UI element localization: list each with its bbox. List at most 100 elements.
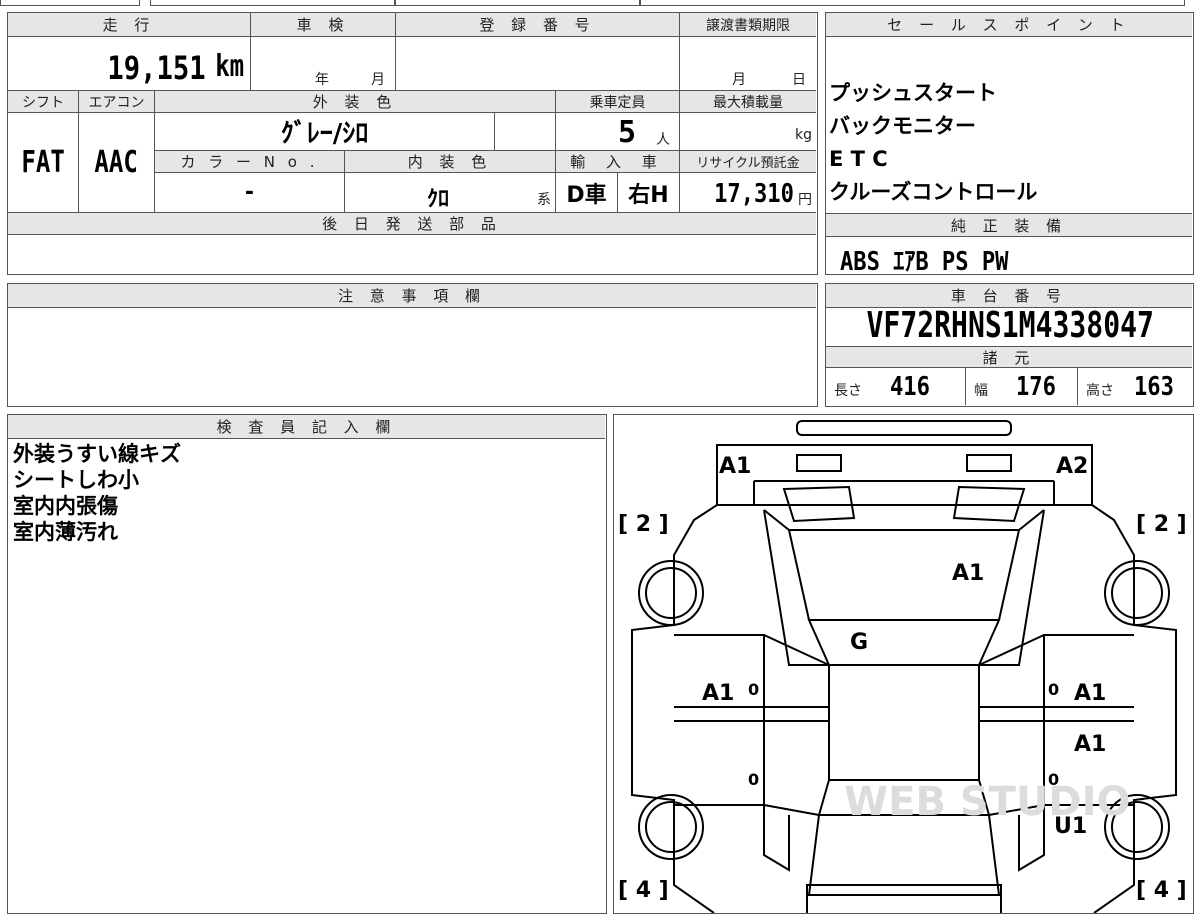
recycle-fee-cell: 17,310 円 bbox=[680, 173, 816, 213]
recycle-fee-header: リサイクル預託金 bbox=[680, 151, 816, 173]
tire-label-rear-left: [ 4 ] bbox=[618, 878, 669, 903]
width-value: 176 bbox=[1016, 372, 1056, 402]
tailgate bbox=[807, 814, 1001, 896]
body-outline bbox=[631, 504, 1177, 913]
mileage-unit: km bbox=[215, 49, 244, 84]
inspection-cell: 年 月 bbox=[251, 37, 396, 91]
watermark: WEB STUDIO bbox=[844, 779, 1131, 825]
aircon-cell: AAC bbox=[79, 113, 155, 213]
imported-header: 輸 入 車 bbox=[556, 151, 680, 173]
mark-right-rear-door: A1 bbox=[1074, 732, 1106, 757]
notes-panel: 注 意 事 項 欄 bbox=[7, 283, 818, 407]
front-panel-lines bbox=[753, 480, 1055, 505]
dealer-car-cell: D車 bbox=[556, 173, 618, 213]
mark-front-left: A1 bbox=[719, 454, 751, 479]
length-cell: 長さ 416 bbox=[826, 368, 966, 405]
left-door-split bbox=[674, 706, 829, 722]
width-label: 幅 bbox=[974, 383, 988, 399]
sales-point-item: バックモニター bbox=[829, 114, 976, 138]
height-cell: 高さ 163 bbox=[1078, 368, 1192, 405]
transfer-deadline-header: 譲渡書類期限 bbox=[680, 13, 816, 37]
car-diagram: A1 A2 A1 G A1 A1 A1 U1 0 0 0 0 [ 2 ] [ 2… bbox=[618, 420, 1187, 913]
aircon-value: AAC bbox=[94, 145, 139, 180]
chassis-number: VF72RHNS1M4338047 bbox=[866, 305, 1154, 346]
color-no-value: - bbox=[244, 180, 255, 205]
specs-header: 諸 元 bbox=[826, 346, 1192, 368]
inspection-month-label: 月 bbox=[371, 72, 385, 88]
transfer-month-label: 月 bbox=[732, 72, 746, 88]
wheel-front-right bbox=[1104, 560, 1170, 626]
a-pillars bbox=[763, 509, 1045, 666]
shift-cell: FAT bbox=[8, 113, 79, 213]
sales-point-item: E T C bbox=[829, 147, 888, 171]
mileage-value: 19,151 bbox=[107, 49, 206, 87]
shift-header: シフト bbox=[8, 91, 79, 113]
hood bbox=[787, 529, 1021, 621]
exterior-color-cell: ｸﾞﾚｰ/ｼﾛ bbox=[155, 113, 495, 151]
inspection-header: 車 検 bbox=[251, 13, 396, 37]
mark-zero: 0 bbox=[748, 770, 759, 789]
height-value: 163 bbox=[1134, 372, 1174, 402]
recycle-fee-unit: 円 bbox=[798, 192, 812, 208]
windshield bbox=[807, 619, 1001, 666]
registration-cell bbox=[396, 37, 680, 91]
inspector-item: 室内内張傷 bbox=[13, 494, 118, 518]
color-no-header: カ ラ ー N o . bbox=[155, 151, 345, 173]
aircon-header: エアコン bbox=[79, 91, 155, 113]
max-load-header: 最大積載量 bbox=[680, 91, 816, 113]
transfer-deadline-cell: 月 日 bbox=[680, 37, 816, 91]
height-label: 高さ bbox=[1086, 383, 1114, 399]
mark-zero: 0 bbox=[1048, 680, 1059, 699]
inspector-item: 室内薄汚れ bbox=[13, 520, 118, 544]
sales-point-item: プッシュスタート bbox=[829, 81, 997, 105]
exterior-color-value: ｸﾞﾚｰ/ｼﾛ bbox=[280, 119, 369, 149]
front-panel bbox=[716, 444, 1093, 506]
mark-front-right: A2 bbox=[1056, 454, 1088, 479]
car-diagram-panel: A1 A2 A1 G A1 A1 A1 U1 0 0 0 0 [ 2 ] [ 2… bbox=[613, 414, 1194, 914]
max-load-unit: kg bbox=[795, 127, 812, 143]
sales-points-header: セ ー ル ス ポ イ ン ト bbox=[826, 13, 1192, 37]
headlight-left bbox=[796, 454, 842, 472]
inspector-item: 外装うすい線キズ bbox=[13, 442, 181, 466]
steering-value: 右H bbox=[628, 182, 669, 208]
mark-zero: 0 bbox=[748, 680, 759, 699]
notes-header: 注 意 事 項 欄 bbox=[8, 284, 816, 308]
inspector-list: 外装うすい線キズ シートしわ小 室内内張傷 室内薄汚れ bbox=[13, 441, 181, 545]
length-value: 416 bbox=[890, 372, 930, 402]
sales-points-panel: セ ー ル ス ポ イ ン ト プッシュスタート バックモニター E T C ク… bbox=[825, 12, 1194, 277]
chassis-number-wrap: VF72RHNS1M4338047 bbox=[826, 306, 1192, 346]
interior-color-suffix: 系 bbox=[537, 192, 551, 208]
capacity-unit: 人 bbox=[656, 132, 670, 148]
inspection-year-label: 年 bbox=[315, 72, 329, 88]
registration-header: 登 録 番 号 bbox=[396, 13, 680, 37]
tire-label-rear-right: [ 4 ] bbox=[1136, 878, 1187, 903]
wheel-front-right-inner bbox=[1111, 567, 1163, 619]
roof bbox=[828, 664, 980, 781]
capacity-value: 5 bbox=[618, 115, 637, 150]
wheel-front-left bbox=[638, 560, 704, 626]
inspector-item: シートしわ小 bbox=[13, 468, 139, 492]
tire-label-front-left: [ 2 ] bbox=[618, 512, 669, 537]
length-label: 長さ bbox=[834, 383, 862, 399]
sales-points-list: プッシュスタート バックモニター E T C クルーズコントロール bbox=[829, 77, 1037, 209]
sales-point-item: クルーズコントロール bbox=[829, 180, 1038, 204]
interior-color-cell: ｸﾛ 系 bbox=[345, 173, 556, 213]
wheel-front-left-inner bbox=[645, 567, 697, 619]
inspector-header: 検 査 員 記 入 欄 bbox=[8, 415, 605, 439]
exterior-color-extra-cell bbox=[495, 113, 556, 151]
chassis-panel: 車 台 番 号 VF72RHNS1M4338047 諸 元 長さ 416 幅 1… bbox=[825, 283, 1194, 407]
wheel-rear-left bbox=[638, 794, 704, 860]
dealer-car-value: D車 bbox=[566, 182, 607, 208]
tire-label-front-right: [ 2 ] bbox=[1136, 512, 1187, 537]
right-door-split bbox=[979, 706, 1134, 722]
interior-color-value: ｸﾛ bbox=[427, 187, 450, 212]
headlight-right bbox=[966, 454, 1012, 472]
exterior-color-header: 外 装 色 bbox=[155, 91, 556, 113]
interior-color-header: 内 装 色 bbox=[345, 151, 556, 173]
later-parts-header: 後 日 発 送 部 品 bbox=[8, 213, 816, 235]
front-bumper bbox=[796, 420, 1012, 436]
color-no-cell: - bbox=[155, 173, 345, 213]
width-cell: 幅 176 bbox=[966, 368, 1078, 405]
vehicle-info-table: 走 行 車 検 登 録 番 号 譲渡書類期限 19,151 km 年 月 月 日… bbox=[7, 12, 818, 275]
transfer-day-label: 日 bbox=[792, 72, 806, 88]
